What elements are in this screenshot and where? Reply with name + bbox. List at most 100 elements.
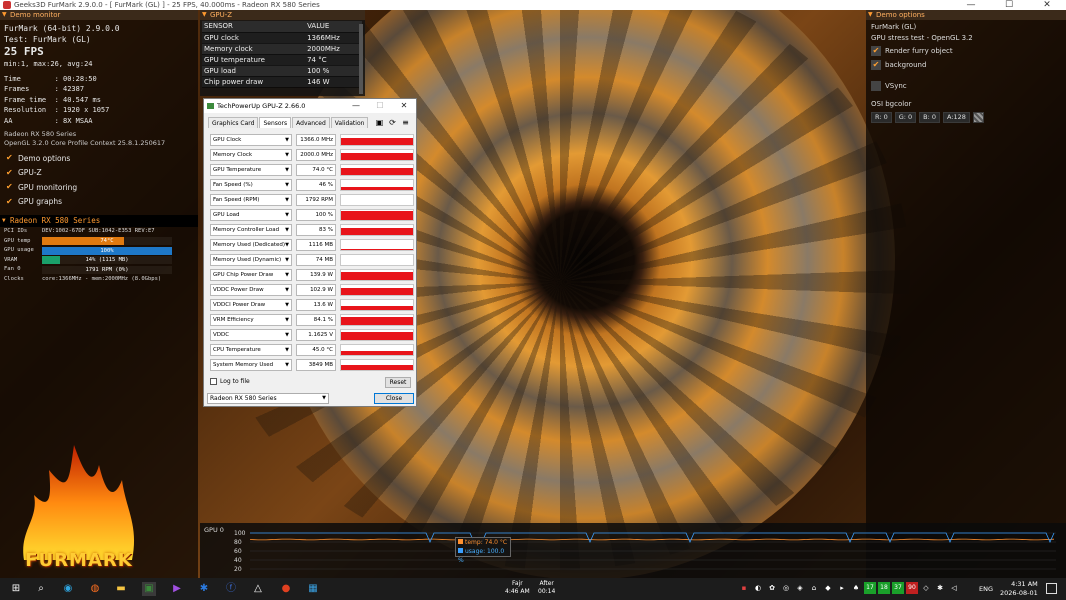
app-icon[interactable]: △ [251,582,265,596]
checkmark-icon: ✔ [6,196,13,206]
sensor-label[interactable]: Fan Speed (%) ▼ [210,179,292,191]
overlay-scrollbar[interactable] [359,24,363,94]
sensor-label[interactable]: VDDC ▼ [210,329,292,341]
gpuz-titlebar[interactable]: TechPowerUp GPU-Z 2.66.0 — ☐ ✕ [204,99,416,113]
camera-icon[interactable]: ▣ [373,117,386,128]
furmark-icon[interactable]: ▣ [142,582,156,596]
demo-options-header[interactable]: Demo options [866,10,1066,20]
clock[interactable]: 4:31 AM 2026-08-01 [1000,580,1038,598]
tray-icon[interactable]: ◎ [780,582,792,594]
close-button[interactable]: ✕ [1028,0,1066,10]
gpu-monitor-header[interactable]: Radeon RX 580 Series [0,215,198,227]
sensor-label-text: VRM Efficiency [213,317,254,323]
checkbox-background[interactable]: ✔ background [866,58,1066,72]
blue-field[interactable]: B: 0 [919,112,941,123]
sensor-label[interactable]: Memory Used (Dedicated) ▼ [210,239,292,251]
explorer-icon[interactable]: ▬ [114,582,128,596]
sensor-value: 139.9 W [296,269,336,281]
clocks-value: core:1366MHz - mem:2000MHz (8.0Gbps) [42,275,162,282]
checkbox-render-furry[interactable]: ✔ Render furry object [866,44,1066,58]
tray-icon[interactable]: ◇ [920,582,932,594]
gpuz-close-window-button[interactable]: Close [374,393,414,404]
sensor-label-text: GPU Chip Power Draw [213,272,274,278]
bluetooth-icon[interactable]: ✱ [197,582,211,596]
checkmark-icon: ✔ [6,182,13,192]
gpuz-overlay-header[interactable]: GPU-Z [200,10,365,20]
windows-icon[interactable]: ⊞ [9,582,23,596]
menu-icon[interactable]: ≡ [399,117,412,128]
countdown-widget[interactable]: After 00:14 [538,580,555,596]
tray-icon[interactable]: ▪ [738,582,750,594]
color-swatch[interactable] [972,112,984,123]
refresh-icon[interactable]: ⟳ [386,117,399,128]
tray-icon[interactable]: ◐ [752,582,764,594]
red-field[interactable]: R: 0 [871,112,892,123]
language-indicator[interactable]: ENG [979,585,993,593]
facebook-icon[interactable]: ⓕ [224,582,238,596]
temp-series-line [250,538,1055,541]
sensor-label[interactable]: GPU Clock ▼ [210,134,292,146]
checkbox-gpu-z[interactable]: ✔ GPU-Z [0,166,198,181]
alpha-field[interactable]: A:128 [943,112,970,123]
checkbox-gpu-graphs[interactable]: ✔ GPU graphs [0,195,198,210]
demo-monitor-header[interactable]: Demo monitor [0,10,198,20]
gpuz-taskbar-icon[interactable]: ▦ [306,582,320,596]
gamepad-icon[interactable]: ♠ [850,582,862,594]
gpuz-tabs: Graphics Card Sensors Advanced Validatio… [208,117,369,128]
checkbox-demo-options[interactable]: ✔ Demo options [0,151,198,166]
maximize-button[interactable]: ☐ [990,0,1028,10]
sensor-label[interactable]: Memory Clock ▼ [210,149,292,161]
sensor-label[interactable]: GPU Chip Power Draw ▼ [210,269,292,281]
search-icon[interactable]: ⌕ [34,582,48,596]
tray-counter[interactable]: 17 [864,582,876,594]
gpuz-close-button[interactable]: ✕ [392,99,416,113]
sensor-label[interactable]: CPU Temperature ▼ [210,344,292,356]
tab-advanced[interactable]: Advanced [292,117,330,128]
prayer-time-widget[interactable]: Fajr 4:46 AM [505,580,530,596]
tray-icon[interactable]: ◈ [794,582,806,594]
green-field[interactable]: G: 0 [894,112,917,123]
gpu-device-select[interactable]: Radeon RX 580 Series ▼ [207,393,329,404]
gpuz-maximize-button[interactable]: ☐ [368,99,392,113]
demo-description: GPU stress test - OpenGL 3.2 [871,34,973,42]
tray-counter[interactable]: 37 [892,582,904,594]
tray-icon[interactable]: ✿ [766,582,778,594]
sensor-label[interactable]: Memory Used (Dynamic) ▼ [210,254,292,266]
tray-icon[interactable]: ▸ [836,582,848,594]
notification-icon[interactable] [1046,583,1057,594]
furmark-taskbar-icon[interactable]: ● [279,582,293,596]
sensor-label[interactable]: Memory Controller Load ▼ [210,224,292,236]
app-version: FurMark (64-bit) 2.9.0.0 [4,24,120,33]
window-titlebar[interactable]: Geeks3D FurMark 2.9.0.0 - [ FurMark (GL)… [0,0,1066,10]
sensor-label[interactable]: VDDC Power Draw ▼ [210,284,292,296]
edge-icon[interactable]: ◉ [61,582,75,596]
bluetooth-tray-icon[interactable]: ✱ [934,582,946,594]
tray-icon[interactable]: ◆ [822,582,834,594]
sensor-value: 1116 MB [296,239,336,251]
minimize-button[interactable]: — [952,0,990,10]
checkbox-gpu-monitoring[interactable]: ✔ GPU monitoring [0,180,198,195]
gpuz-minimize-button[interactable]: — [344,99,368,113]
firefox-icon[interactable]: ◍ [88,582,102,596]
chevron-down-icon: ▼ [285,272,289,278]
tray-counter[interactable]: 18 [878,582,890,594]
media-icon[interactable]: ▶ [170,582,184,596]
tray-counter[interactable]: 90 [906,582,918,594]
chevron-down-icon: ▼ [285,197,289,203]
tab-validation[interactable]: Validation [330,117,369,128]
log-to-file-checkbox[interactable]: Log to file [210,377,250,386]
checkbox-vsync[interactable]: VSync [866,79,1066,93]
tab-graphics-card[interactable]: Graphics Card [208,117,259,128]
sensor-label[interactable]: GPU Temperature ▼ [210,164,292,176]
sensor-label[interactable]: VRM Efficiency ▼ [210,314,292,326]
sensor-label[interactable]: VDDCI Power Draw ▼ [210,299,292,311]
sensor-label[interactable]: System Memory Used ▼ [210,359,292,371]
tray-icon[interactable]: ⌂ [808,582,820,594]
speaker-icon[interactable]: ◁ [948,582,960,594]
tab-sensors[interactable]: Sensors [259,117,292,128]
reset-button[interactable]: Reset [385,377,411,388]
sensor-label[interactable]: Fan Speed (RPM) ▼ [210,194,292,206]
checkbox-label: GPU graphs [18,197,63,207]
sensor-row: Fan Speed (RPM) ▼ 1792 RPM [210,193,414,208]
sensor-label[interactable]: GPU Load ▼ [210,209,292,221]
